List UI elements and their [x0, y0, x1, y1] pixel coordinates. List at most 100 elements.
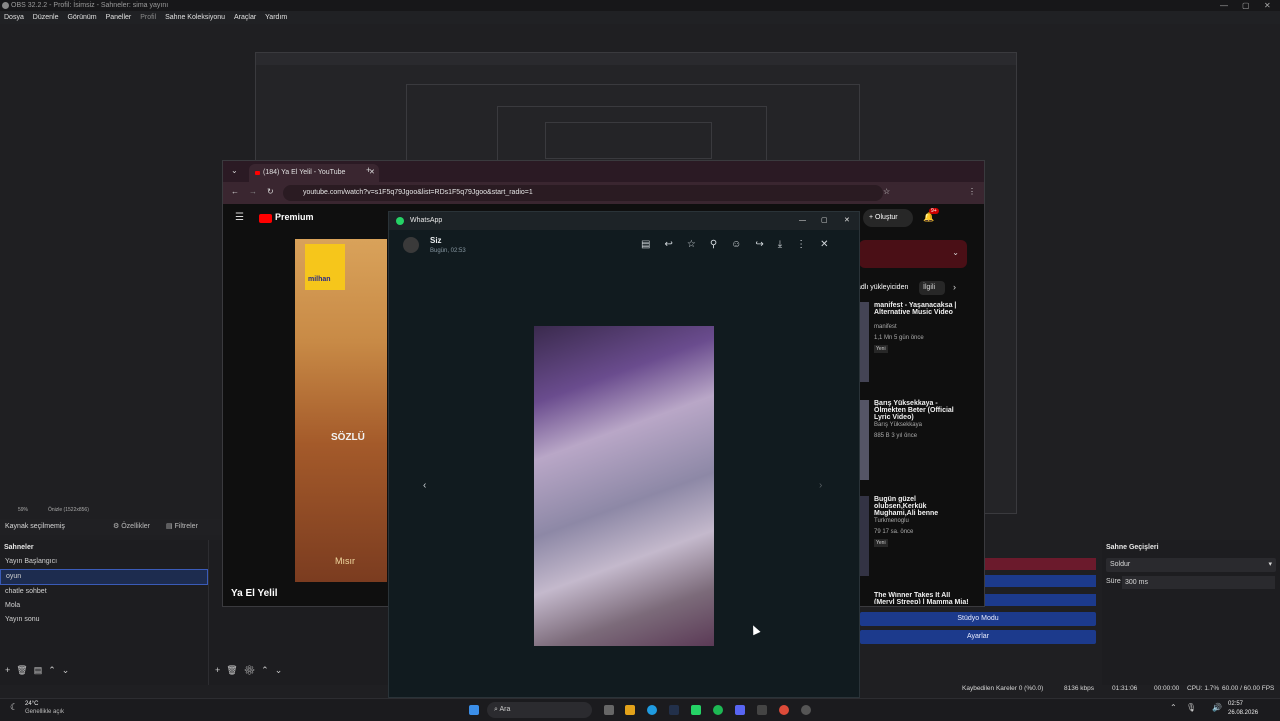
tab-title: (184) Ya El Yelil - YouTube	[263, 169, 346, 176]
steam-icon[interactable]	[669, 705, 679, 715]
album-brand: milhan	[308, 276, 331, 283]
mic-icon[interactable]: 🎙	[1186, 703, 1196, 712]
add-scene-icon[interactable]: +	[5, 665, 16, 675]
youtube-brand: Premium	[275, 212, 314, 222]
chevron-right-icon[interactable]: ›	[953, 282, 956, 292]
youtube-logo-icon[interactable]	[259, 214, 272, 223]
add-source-icon[interactable]: +	[215, 665, 226, 675]
menu-sahne-koleksiyonu[interactable]: Sahne Koleksiyonu	[165, 14, 225, 21]
recommendation-card[interactable]: The Winner Takes It All (Meryl Streep) |…	[859, 592, 969, 604]
menu-paneller[interactable]: Paneller	[106, 14, 132, 21]
tab-search-icon[interactable]: ⌄	[231, 166, 238, 175]
menu-duzenle[interactable]: Düzenle	[33, 14, 59, 21]
maximize-icon[interactable]: ▢	[1242, 0, 1250, 11]
discord-icon[interactable]	[735, 705, 745, 715]
recommendation-card[interactable]: manifest - Yaşanacaksa | Alternative Mus…	[859, 302, 969, 392]
nested-capture-4	[545, 122, 712, 159]
obs-icon[interactable]	[801, 705, 811, 715]
address-bar[interactable]: youtube.com/watch?v=s1F5q79Jgoo&list=RDs…	[283, 185, 883, 201]
scene-item[interactable]: Mola	[0, 599, 208, 613]
album-text: SÖZLÜ	[331, 432, 365, 443]
scene-controls: +🗑▤⌃⌄	[5, 665, 75, 676]
menu-profil[interactable]: Profil	[140, 14, 156, 21]
remove-source-icon[interactable]: 🗑	[226, 665, 243, 675]
caption-icon[interactable]: ▤	[641, 239, 664, 250]
menu-dosya[interactable]: Dosya	[4, 14, 24, 21]
scene-item-selected[interactable]: oyun	[0, 569, 208, 585]
move-down-icon[interactable]: ⌄	[62, 665, 76, 675]
transition-select[interactable]: Soldur ▾	[1106, 558, 1276, 572]
more-icon[interactable]: ⋮	[796, 239, 820, 250]
move-up-icon[interactable]: ⌃	[48, 665, 62, 675]
zoom-level[interactable]: 59%	[18, 507, 28, 513]
duration-input[interactable]: 300 ms	[1122, 576, 1275, 589]
reload-icon[interactable]: ↻	[267, 187, 274, 196]
remove-scene-icon[interactable]: 🗑	[16, 665, 33, 675]
minimize-icon[interactable]: —	[799, 212, 806, 230]
preview-size-label: Önizle (1522x856)	[48, 507, 89, 513]
pin-icon[interactable]: ⚲	[710, 239, 731, 250]
file-explorer-icon[interactable]	[625, 705, 635, 715]
media-photo[interactable]	[534, 326, 714, 646]
scene-filter-icon[interactable]: ▤	[34, 665, 49, 675]
recommendations: manifest - Yaşanacaksa | Alternative Mus…	[859, 302, 969, 604]
next-media-icon[interactable]: ›	[819, 480, 822, 491]
whatsapp-logo-icon	[396, 217, 404, 225]
app-icon[interactable]	[757, 705, 767, 715]
chrome-menu-icon[interactable]: ⋮	[968, 187, 976, 196]
tab-youtube[interactable]: (184) Ya El Yelil - YouTube ✕	[249, 164, 379, 182]
minimize-icon[interactable]: —	[1220, 0, 1228, 11]
menu-icon[interactable]: ☰	[235, 212, 244, 223]
maximize-icon[interactable]: ▢	[821, 212, 828, 230]
properties-button[interactable]: ⚙ Özellikler	[113, 519, 150, 535]
close-viewer-icon[interactable]: ✕	[820, 239, 842, 250]
live-time: 01:31:06	[1112, 685, 1138, 692]
taskbar-search[interactable]: ⌕ Ara	[487, 702, 592, 718]
clock-time: 02:57	[1228, 701, 1244, 707]
scene-item[interactable]: chatle sohbet	[0, 585, 208, 599]
studio-mode-button[interactable]: Stüdyo Modu	[860, 612, 1096, 626]
weather-icon[interactable]: ☾	[10, 702, 18, 713]
edge-icon[interactable]	[647, 705, 657, 715]
menu-yardim[interactable]: Yardım	[265, 14, 287, 21]
start-icon[interactable]	[469, 705, 479, 715]
download-icon[interactable]: ⤓	[778, 239, 796, 250]
emoji-icon[interactable]: ☺	[731, 239, 755, 250]
source-settings-icon[interactable]: ⚙	[244, 665, 261, 675]
move-down-icon[interactable]: ⌄	[275, 665, 289, 675]
bookmark-star-icon[interactable]: ☆	[883, 187, 890, 196]
volume-icon[interactable]: 🔊	[1212, 703, 1222, 712]
recommendation-card[interactable]: Bugün güzel olubsen,Kerkük Mughami,Ali b…	[859, 496, 969, 586]
obs-menu-bar: Dosya Düzenle Görünüm Paneller Profil Sa…	[0, 11, 1280, 24]
previous-media-icon[interactable]: ‹	[423, 480, 426, 491]
menu-araclar[interactable]: Araçlar	[234, 14, 256, 21]
close-icon[interactable]: ✕	[1264, 0, 1271, 11]
back-icon[interactable]: ←	[231, 187, 239, 196]
star-icon[interactable]: ☆	[687, 239, 710, 250]
filters-button[interactable]: ▤ Filtreler	[166, 519, 198, 535]
obs-status-bar: Kaybedilen Kareler 0 (%0.0) 8136 kbps 01…	[900, 682, 1280, 696]
scene-item[interactable]: Yayın sonu	[0, 613, 208, 627]
media-actions: ▤↩☆⚲☺↪⤓⋮✕	[641, 239, 843, 250]
settings-button[interactable]: Ayarlar	[860, 630, 1096, 644]
source-controls: +🗑⚙⌃⌄	[215, 665, 288, 676]
scene-item[interactable]: Yayın Başlangıcı	[0, 555, 208, 569]
chip-uploader[interactable]: adlı yükleyiciden	[857, 281, 917, 295]
new-tab-icon[interactable]: +	[366, 165, 371, 175]
menu-gorunum[interactable]: Görünüm	[67, 14, 96, 21]
playlist-bar[interactable]: ⌄	[859, 240, 967, 268]
move-up-icon[interactable]: ⌃	[261, 665, 275, 675]
close-icon[interactable]: ✕	[844, 212, 850, 230]
create-button[interactable]: + Oluştur	[863, 209, 913, 227]
chrome-icon[interactable]	[779, 705, 789, 715]
tray-chevron-icon[interactable]: ⌃	[1170, 703, 1177, 712]
spotify-icon[interactable]	[713, 705, 723, 715]
whatsapp-icon[interactable]	[691, 705, 701, 715]
forward-icon[interactable]: ↪	[755, 239, 777, 250]
forward-icon[interactable]: →	[249, 187, 257, 196]
chip-related[interactable]: İlgili	[919, 281, 945, 295]
reply-icon[interactable]: ↩	[664, 239, 686, 250]
task-view-icon[interactable]	[604, 705, 614, 715]
recommendation-card[interactable]: Barış Yüksekkaya - Ölmekten Beter (Offic…	[859, 400, 969, 490]
rec-time: 00:00:00	[1154, 685, 1180, 692]
